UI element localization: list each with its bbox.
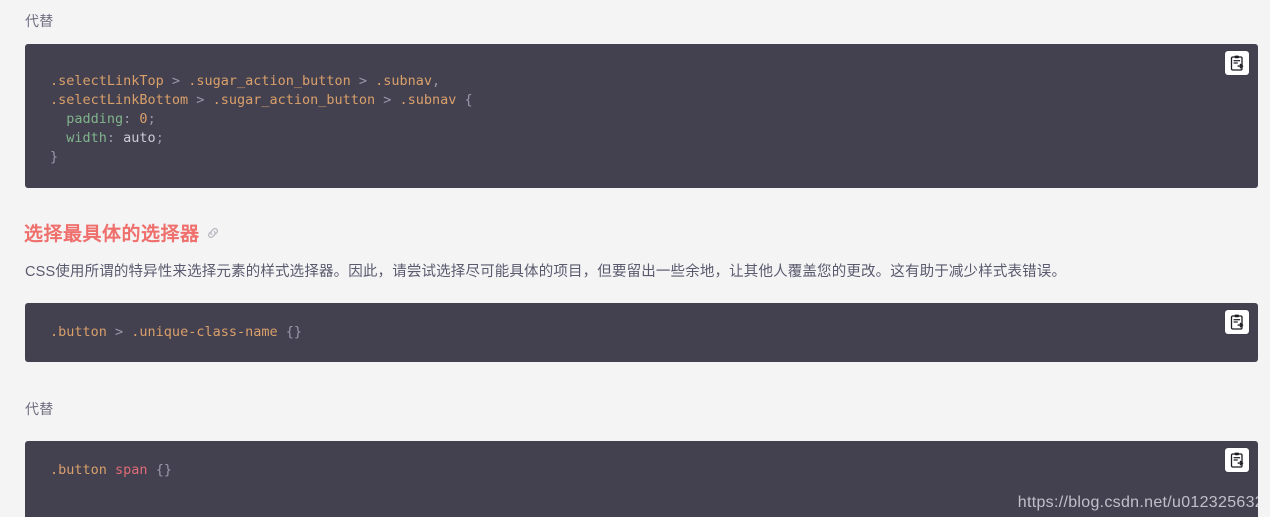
copy-code-button-3[interactable] <box>1225 448 1249 472</box>
copy-code-button-1[interactable] <box>1225 51 1249 75</box>
section-heading-text: 选择最具体的选择器 <box>24 224 200 245</box>
clipboard-copy-icon <box>1229 452 1246 469</box>
code-content-3[interactable]: .button span {} <box>50 461 1258 480</box>
code-block-unique-class: .button > .unique-class-name {} <box>25 303 1258 362</box>
code-block-selectlink: .selectLinkTop > .sugar_action_button > … <box>25 44 1258 188</box>
code-content-1[interactable]: .selectLinkTop > .sugar_action_button > … <box>50 72 1258 167</box>
code-block-button-span: .button span {} <box>25 441 1258 517</box>
link-icon[interactable] <box>206 226 220 240</box>
alternative-label-bottom: 代替 <box>25 401 54 417</box>
article-page: 代替 .selectLinkTop > .sugar_action_button… <box>0 0 1270 517</box>
clipboard-copy-icon <box>1229 55 1246 72</box>
section-heading-specific-selector: 选择最具体的选择器 <box>24 219 220 246</box>
code-content-2[interactable]: .button > .unique-class-name {} <box>50 323 1258 342</box>
alternative-label-top: 代替 <box>25 13 54 29</box>
section-paragraph: CSS使用所谓的特异性来选择元素的样式选择器。因此，请尝试选择尽可能具体的项目，… <box>25 264 1067 280</box>
clipboard-copy-icon <box>1229 314 1246 331</box>
copy-code-button-2[interactable] <box>1225 310 1249 334</box>
